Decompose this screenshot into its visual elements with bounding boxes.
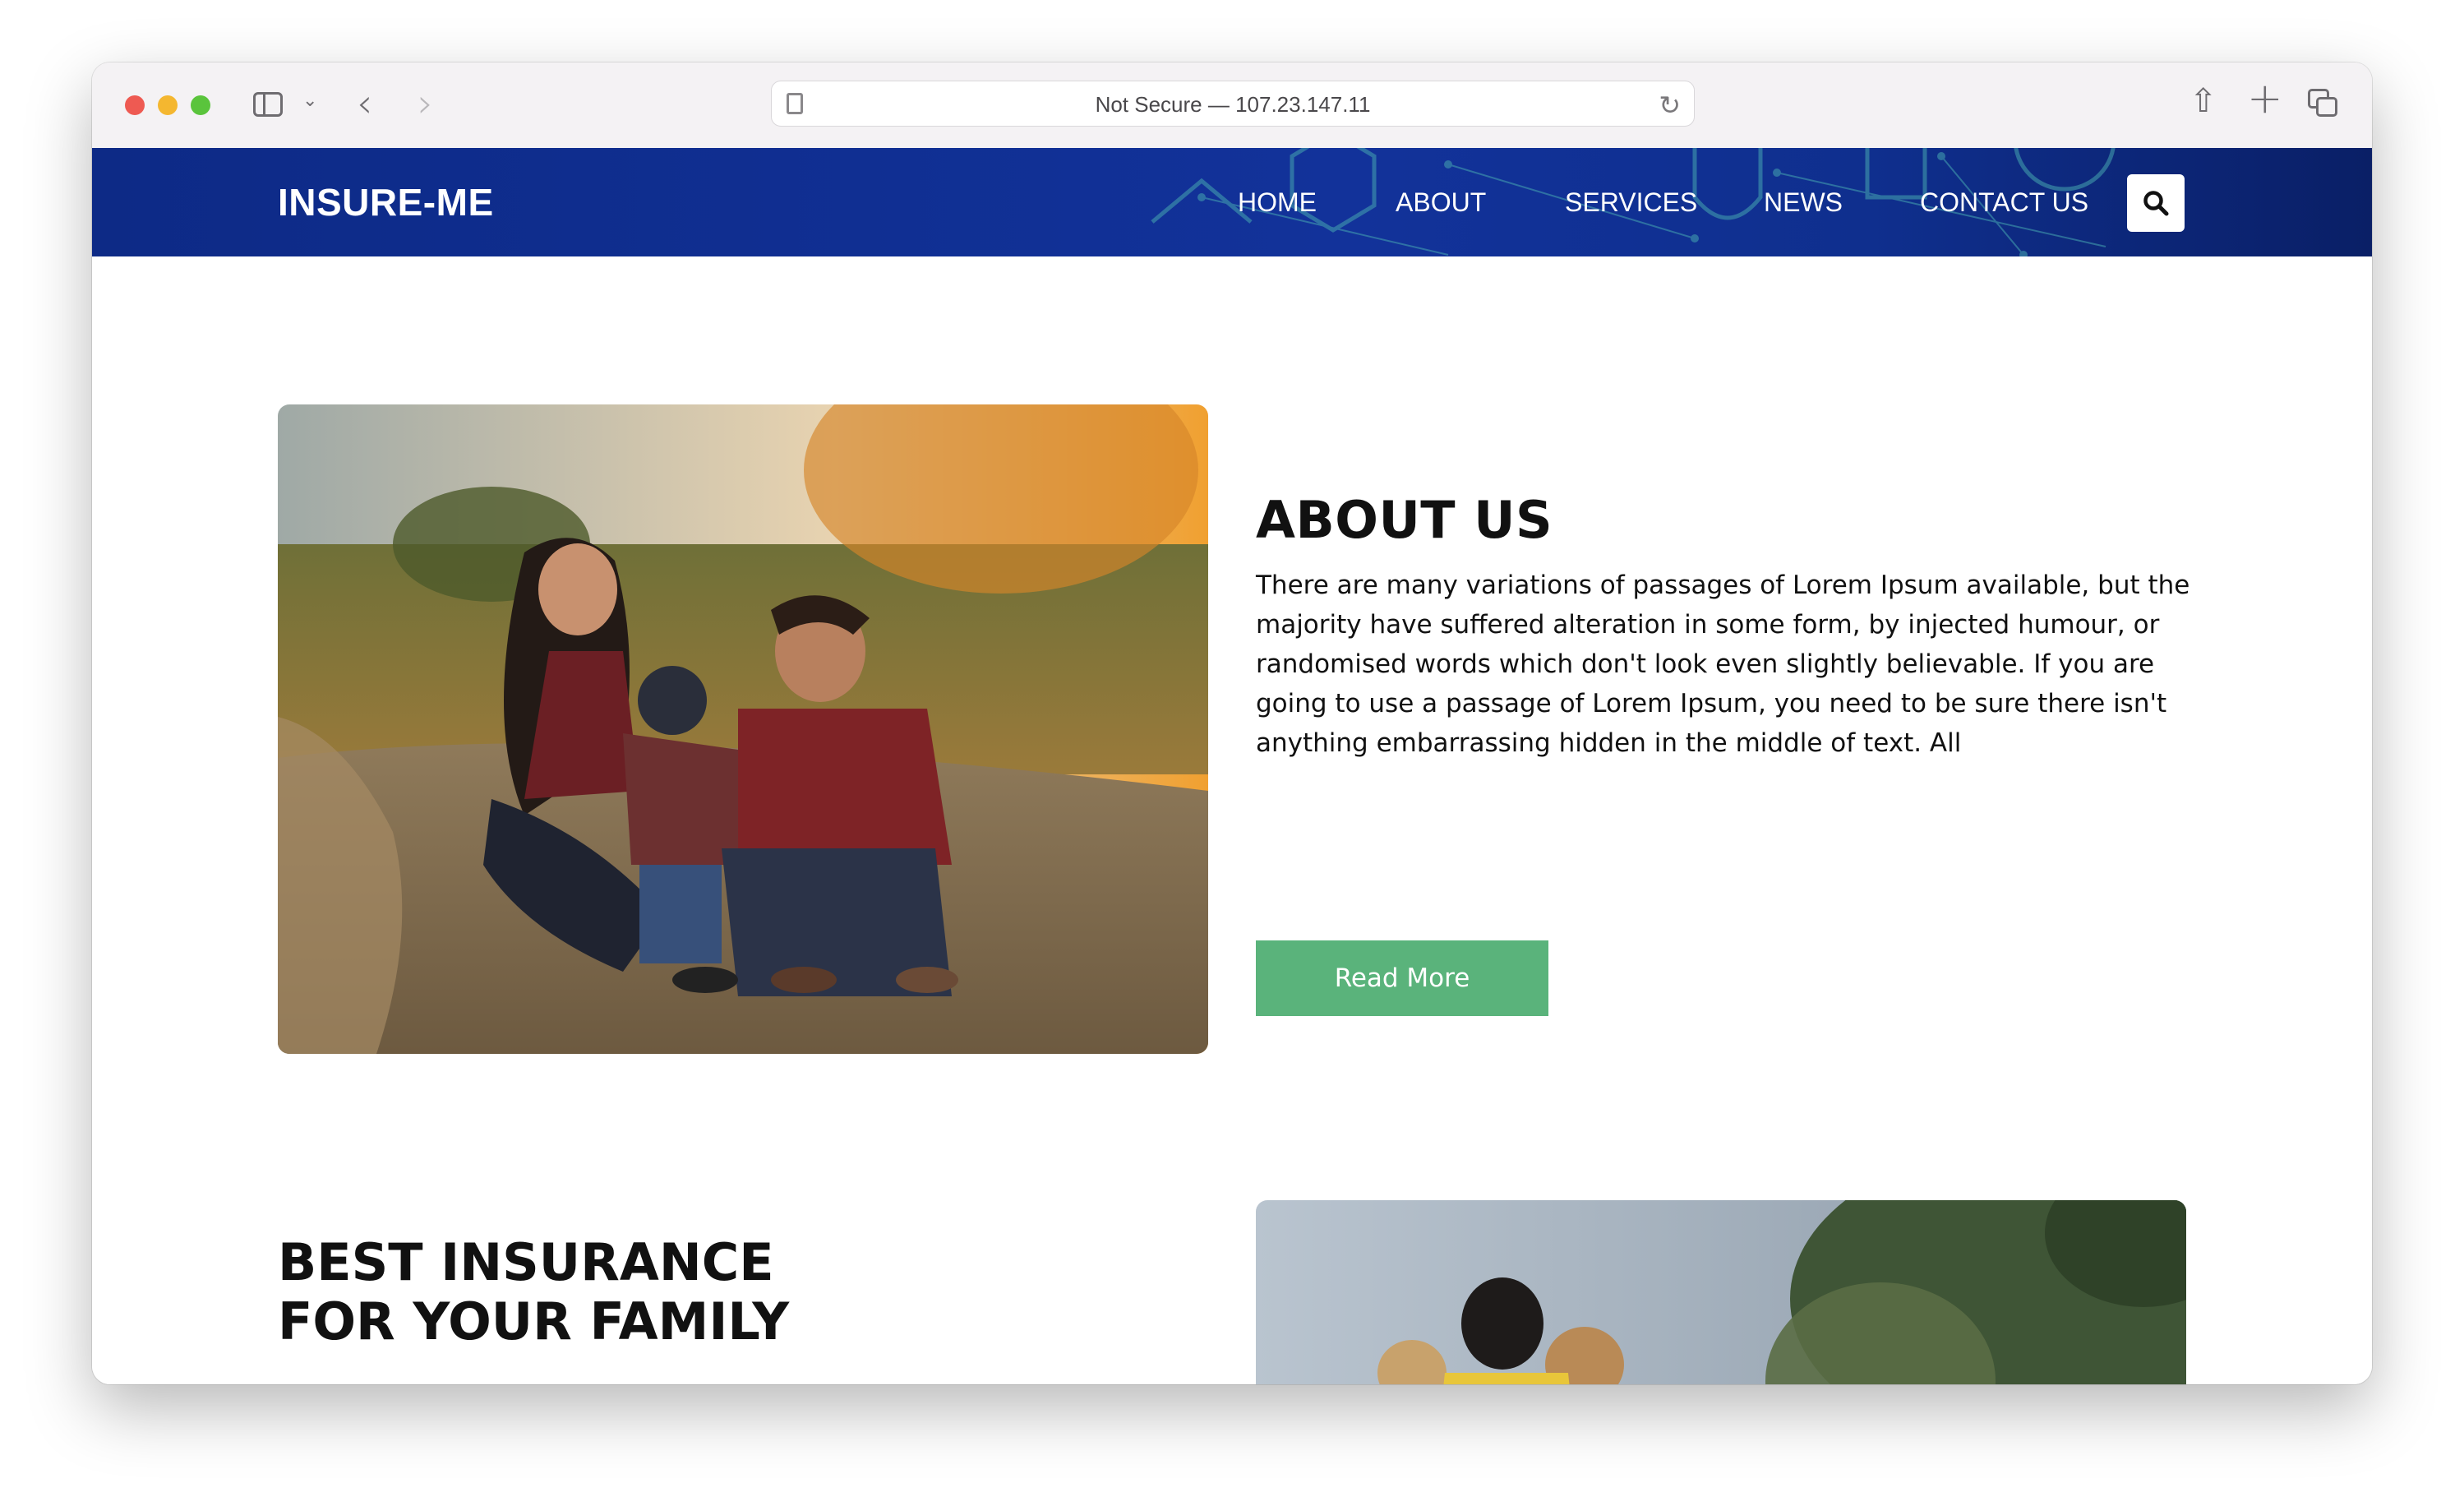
- close-window-button[interactable]: [125, 95, 145, 115]
- family-photo-illustration: [278, 404, 1208, 1054]
- chevron-down-icon[interactable]: ⌄: [302, 90, 317, 111]
- share-icon[interactable]: ⇧: [2189, 82, 2217, 120]
- nav-news[interactable]: NEWS: [1764, 148, 1843, 256]
- sidebar-icon[interactable]: [253, 92, 283, 117]
- new-tab-icon[interactable]: +: [2247, 74, 2283, 123]
- site-logo[interactable]: INSURE-ME: [278, 148, 494, 256]
- about-paragraph: There are many variations of passages of…: [1256, 571, 2190, 758]
- browser-window: ⌄ ‹ › Not Secure — 107.23.147.11 ↻ ⇧ + I…: [92, 62, 2372, 1384]
- forward-arrow-icon[interactable]: ›: [418, 81, 433, 127]
- search-button[interactable]: [2127, 174, 2185, 232]
- family-photo: [278, 404, 1208, 1054]
- read-more-button[interactable]: Read More: [1256, 940, 1548, 1016]
- back-arrow-icon[interactable]: ‹: [357, 81, 372, 127]
- browser-toolbar: ⌄ ‹ › Not Secure — 107.23.147.11 ↻ ⇧ +: [92, 62, 2372, 149]
- nav-services[interactable]: SERVICES: [1565, 148, 1697, 256]
- family-photo-2: [1256, 1200, 2186, 1384]
- nav-contact-us[interactable]: CONTACT US: [1920, 148, 2088, 256]
- reload-icon[interactable]: ↻: [1659, 90, 1681, 121]
- address-bar[interactable]: Not Secure — 107.23.147.11 ↻: [771, 81, 1695, 127]
- about-heading: ABOUT US: [1256, 490, 1553, 550]
- nav-home[interactable]: HOME: [1238, 148, 1317, 256]
- family-photo-2-illustration: [1256, 1200, 2186, 1384]
- family-heading: BEST INSURANCE FOR YOUR FAMILY: [278, 1232, 790, 1351]
- minimize-window-button[interactable]: [158, 95, 178, 115]
- search-icon: [2143, 191, 2169, 216]
- web-page: INSURE-ME HOME ABOUT SERVICES NEWS CONTA…: [92, 148, 2372, 1384]
- nav-about[interactable]: ABOUT: [1396, 148, 1486, 256]
- zoom-window-button[interactable]: [191, 95, 210, 115]
- address-text: Not Secure — 107.23.147.11: [1095, 92, 1371, 117]
- site-header: INSURE-ME HOME ABOUT SERVICES NEWS CONTA…: [92, 148, 2372, 256]
- tab-overview-icon[interactable]: [2308, 89, 2337, 117]
